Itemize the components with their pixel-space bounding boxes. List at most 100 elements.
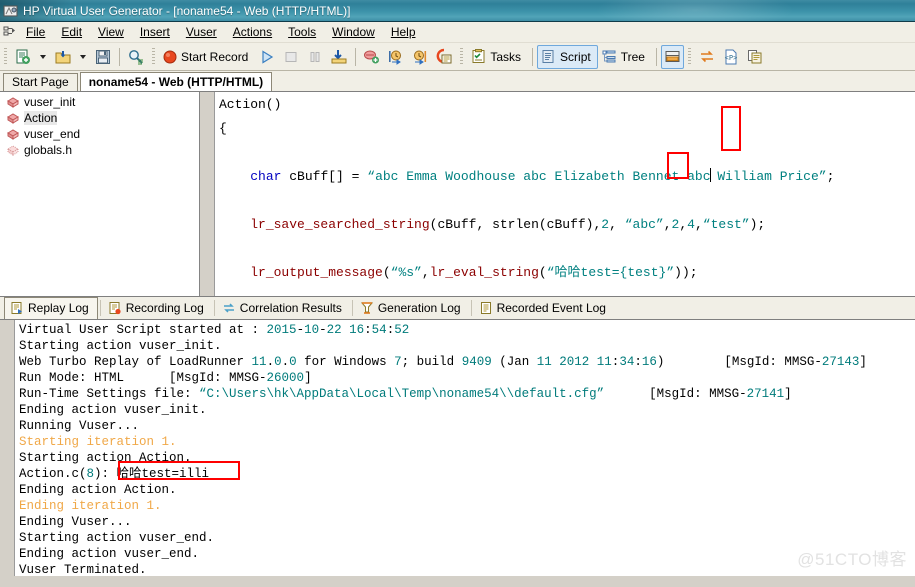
menu-item-insert[interactable]: Insert xyxy=(132,23,178,41)
code-token: “%s” xyxy=(390,265,422,280)
menu-item-actions[interactable]: Actions xyxy=(225,23,280,41)
stop-square-icon xyxy=(282,48,300,66)
log-segment: [MsgId: MMSG- xyxy=(604,387,747,401)
tree-node-vuser-end[interactable]: vuser_end xyxy=(2,126,199,142)
code-token: , xyxy=(421,265,430,280)
log-segment: ] xyxy=(784,387,792,401)
code-token: “test” xyxy=(702,217,750,232)
tab-recording-log[interactable]: Recording Log xyxy=(103,298,212,319)
tab-generation-log[interactable]: Generation Log xyxy=(355,298,469,319)
menu-item-help[interactable]: Help xyxy=(383,23,424,41)
runtime-settings-button[interactable] xyxy=(432,46,456,68)
tree-node-label: vuser_end xyxy=(24,127,81,141)
editor-code-area[interactable]: Action() { char cBuff[] = “abc Emma Woodh… xyxy=(215,92,915,296)
toolbar-separator-1 xyxy=(119,47,120,66)
log-segment: 27141 xyxy=(746,387,785,401)
tab-correlation-results[interactable]: Correlation Results xyxy=(217,298,350,319)
log-segment: . xyxy=(281,355,290,369)
log-segment: : xyxy=(364,323,372,337)
menu-item-window[interactable]: Window xyxy=(324,23,383,41)
code-line: lr_save_searched_string(cBuff, strlen(cB… xyxy=(219,213,915,237)
log-line: Ending action vuser_init. xyxy=(19,402,915,418)
log-line: Run-Time Settings file: “C:\Users\hk\App… xyxy=(19,386,915,402)
log-segment: 0 xyxy=(274,355,282,369)
split-view-button[interactable] xyxy=(660,44,684,69)
menu-file-label: File xyxy=(26,25,46,39)
open-script-button[interactable] xyxy=(51,46,75,68)
compile-button[interactable] xyxy=(327,46,351,68)
new-script-button[interactable] xyxy=(11,46,35,68)
menu-item-view[interactable]: View xyxy=(90,23,132,41)
log-line: Ending action Action. xyxy=(19,482,915,498)
toolbar-grip-1[interactable] xyxy=(4,47,7,66)
parameter-button[interactable]: <P> xyxy=(719,46,743,68)
script-tree-panel: vuser_init Action vuser_end globals.h xyxy=(0,92,200,296)
code-token: )); xyxy=(674,265,698,280)
scan-back-button[interactable] xyxy=(384,46,408,68)
log-segment: 2015 xyxy=(266,323,297,337)
code-editor-panel[interactable]: Action() { char cBuff[] = “abc Emma Woodh… xyxy=(200,92,915,296)
parameter-page-icon: <P> xyxy=(722,48,740,66)
code-token: , xyxy=(694,217,703,232)
tab-replay-log[interactable]: Replay Log xyxy=(4,296,98,320)
run-button[interactable] xyxy=(255,46,279,68)
code-token: , xyxy=(679,217,688,232)
code-token: “哈哈test={test}” xyxy=(546,265,675,280)
action-block-icon xyxy=(6,95,20,109)
log-gutter xyxy=(0,320,15,576)
tree-node-globals-h[interactable]: globals.h xyxy=(2,142,199,158)
log-segment: ] xyxy=(859,355,867,369)
code-token: lr_output_message xyxy=(250,265,383,280)
toolbar-grip-2[interactable] xyxy=(152,47,155,66)
tree-node-vuser-init[interactable]: vuser_init xyxy=(2,94,199,110)
scan-forward-button[interactable] xyxy=(408,46,432,68)
new-script-dropdown-arrow[interactable] xyxy=(40,54,46,59)
log-line: Web Turbo Replay of LoadRunner 11.0.0 fo… xyxy=(19,354,915,370)
menu-item-tools[interactable]: Tools xyxy=(280,23,324,41)
toolbar-grip-3[interactable] xyxy=(460,47,464,66)
add-correlation-button[interactable] xyxy=(360,46,384,68)
log-segment: 2012 xyxy=(559,355,590,369)
script-view-button[interactable]: Script xyxy=(537,44,598,69)
log-line: Starting action vuser_end. xyxy=(19,530,915,546)
tasks-button[interactable]: Tasks xyxy=(467,46,528,68)
toolbar-grip-4[interactable] xyxy=(687,47,691,66)
log-segment: - xyxy=(296,323,305,337)
open-script-dropdown-arrow[interactable] xyxy=(80,54,86,59)
tab-noname54[interactable]: noname54 - Web (HTTP/HTML) xyxy=(79,72,273,91)
log-segment: 8 xyxy=(86,467,95,481)
start-record-button[interactable]: Start Record xyxy=(159,46,255,68)
correlate-button[interactable] xyxy=(695,46,719,68)
stop-button[interactable] xyxy=(279,46,303,68)
menu-item-edit[interactable]: Edit xyxy=(53,23,90,41)
copy-button[interactable] xyxy=(743,46,767,68)
tab-recorded-event-log[interactable]: Recorded Event Log xyxy=(474,298,614,319)
replay-log-panel[interactable]: Virtual User Script started at : 2015-10… xyxy=(0,319,915,576)
code-token: ( xyxy=(538,265,547,280)
menu-grip-icon[interactable] xyxy=(2,24,18,40)
menu-item-file[interactable]: File xyxy=(18,23,53,41)
tab-label: Generation Log xyxy=(377,301,461,315)
log-segment: 34 xyxy=(619,355,635,369)
menu-actions-label: Actions xyxy=(232,25,273,39)
log-segment: Ending action Action. xyxy=(19,483,177,497)
log-line: Virtual User Script started at : 2015-10… xyxy=(19,322,915,338)
menu-item-vuser[interactable]: Vuser xyxy=(178,23,225,41)
find-button[interactable] xyxy=(124,46,148,68)
tree-view-button[interactable]: Tree xyxy=(598,46,652,68)
log-text-area[interactable]: Virtual User Script started at : 2015-10… xyxy=(15,320,915,576)
log-segment xyxy=(589,355,597,369)
log-segment: Web Turbo Replay of LoadRunner xyxy=(19,355,252,369)
find-magnifier-icon xyxy=(127,48,145,66)
recording-log-icon xyxy=(108,301,126,315)
log-segment: 9409 xyxy=(461,355,492,369)
save-script-button[interactable] xyxy=(91,46,115,68)
pause-button[interactable] xyxy=(303,46,327,68)
compile-download-icon xyxy=(330,48,348,66)
tree-node-action[interactable]: Action xyxy=(2,110,199,126)
tab-label: Recorded Event Log xyxy=(496,301,606,315)
generation-log-icon xyxy=(360,301,378,315)
tab-start-page[interactable]: Start Page xyxy=(3,73,78,91)
